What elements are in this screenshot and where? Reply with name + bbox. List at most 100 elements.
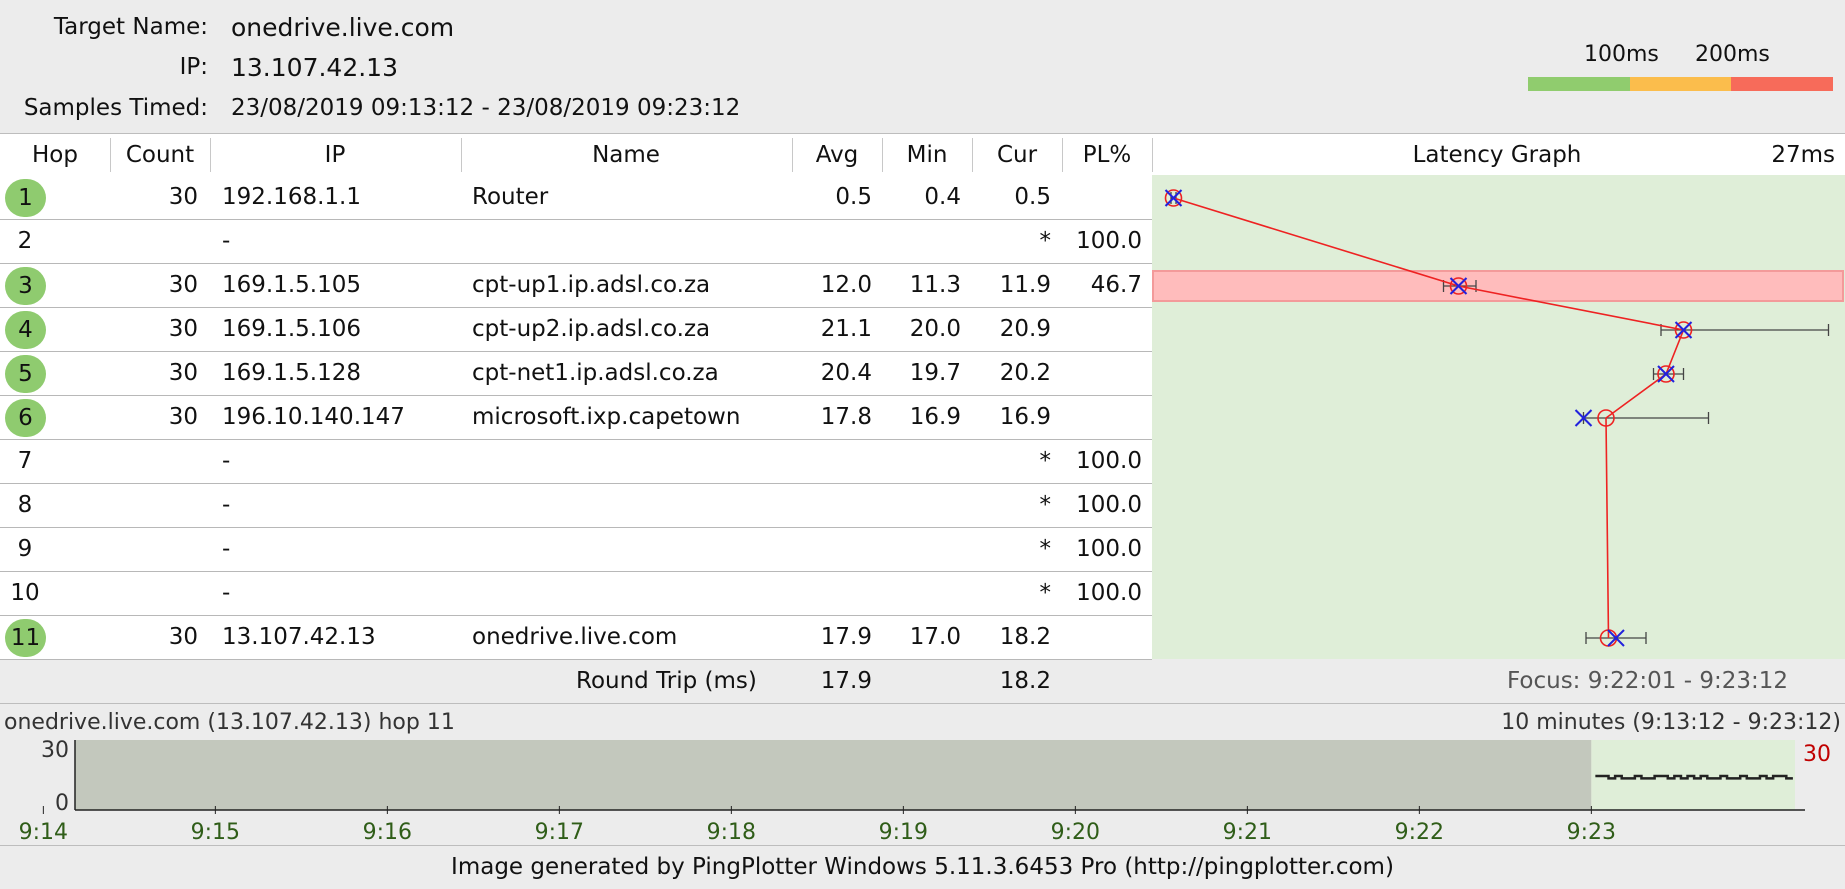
name-cell: cpt-up1.ip.adsl.co.za: [472, 272, 711, 298]
hop-number: 4: [5, 311, 46, 349]
table-header-row: Hop Count IP Name Avg Min Cur PL% Latenc…: [0, 133, 1845, 177]
timeline-tick-label: 9:14: [19, 820, 68, 844]
packet-loss-cell: 46.7: [1090, 272, 1142, 298]
count-cell: [110, 528, 198, 571]
timeline-tick-label: 9:20: [1051, 820, 1100, 844]
avg-cell: [795, 528, 872, 571]
timeline-ymax-right-label: 30: [1803, 742, 1831, 767]
packet-loss-cell: 100.0: [1076, 580, 1142, 606]
table-row[interactable]: 9 - * 100.0: [0, 528, 1152, 572]
scale-200ms-label: 200ms: [1695, 42, 1770, 67]
hop-number: 1: [5, 179, 46, 217]
round-trip-cur: 18.2: [999, 668, 1051, 694]
cur-cell: *: [1039, 536, 1052, 562]
timeline-title: onedrive.live.com (13.107.42.13) hop 11: [4, 710, 455, 735]
target-name-value: onedrive.live.com: [231, 13, 455, 42]
timeline-chart[interactable]: 3003039:149:159:169:179:189:199:209:219:…: [0, 736, 1845, 844]
cur-cell: 20.2: [999, 360, 1051, 386]
min-cell: 0.4: [924, 184, 961, 210]
scale-100ms-label: 100ms: [1584, 42, 1659, 67]
round-trip-row: Round Trip (ms) 17.9 18.2 Focus: 9:22:01…: [0, 659, 1845, 703]
min-cell: [880, 220, 961, 263]
round-trip-avg: 17.9: [820, 668, 872, 694]
ip-cell: -: [222, 448, 231, 474]
avg-cell: 0.5: [835, 184, 872, 210]
min-cell: 20.0: [909, 316, 961, 342]
col-count-header[interactable]: Count: [110, 134, 210, 176]
avg-latency-line: [1173, 197, 1685, 639]
col-hop-header[interactable]: Hop: [0, 134, 110, 176]
hop-number: 8: [17, 492, 33, 518]
timeline-range: 10 minutes (9:13:12 - 9:23:12): [1501, 710, 1841, 735]
round-trip-label: Round Trip (ms): [576, 668, 757, 694]
packet-loss-band: [1152, 270, 1844, 302]
cur-cell: *: [1039, 580, 1052, 606]
packet-loss-cell: [1062, 396, 1142, 439]
timeline-tick-label: 9:17: [535, 820, 584, 844]
packet-loss-cell: 100.0: [1076, 492, 1142, 518]
count-cell: 30: [168, 316, 198, 342]
table-row[interactable]: 5 30 169.1.5.128 cpt-net1.ip.adsl.co.za 20.4…: [0, 352, 1152, 396]
focus-range: Focus: 9:22:01 - 9:23:12: [1507, 668, 1788, 694]
table-row[interactable]: 1 30 192.168.1.1 Router 0.5 0.4 0.5: [0, 176, 1152, 220]
latency-graph: [1152, 189, 1844, 647]
name-cell: onedrive.live.com: [472, 624, 678, 650]
timeline-history-area: [75, 740, 1592, 810]
graph-scale-max: 27ms: [1771, 142, 1835, 168]
col-min-header[interactable]: Min: [882, 134, 972, 176]
col-latency-graph-header[interactable]: Latency Graph: [1152, 134, 1842, 176]
min-cell: [880, 528, 961, 571]
col-cur-header[interactable]: Cur: [972, 134, 1062, 176]
min-cell: [880, 572, 961, 615]
table-row[interactable]: 8 - * 100.0: [0, 484, 1152, 528]
col-name-header[interactable]: Name: [461, 134, 791, 176]
col-avg-header[interactable]: Avg: [792, 134, 882, 176]
avg-cell: 17.8: [820, 404, 872, 430]
count-cell: 30: [168, 624, 198, 650]
table-row[interactable]: 2 - * 100.0: [0, 220, 1152, 264]
count-cell: 30: [168, 360, 198, 386]
ip-cell: -: [222, 228, 231, 254]
count-cell: 30: [168, 184, 198, 210]
hop-number: 11: [5, 619, 46, 657]
table-row[interactable]: 3 30 169.1.5.105 cpt-up1.ip.adsl.co.za 12.0 1…: [0, 264, 1152, 308]
timeline-tick-label: 9:22: [1395, 820, 1444, 844]
ip-cell: -: [222, 536, 231, 562]
ip-cell: 169.1.5.128: [222, 360, 361, 386]
cur-cell: 16.9: [999, 404, 1051, 430]
ip-cell: 196.10.140.147: [222, 404, 405, 430]
table-row[interactable]: 11 30 13.107.42.13 onedrive.live.com 17.9 17.…: [0, 616, 1152, 660]
cur-cell: 20.9: [999, 316, 1051, 342]
avg-cell: 21.1: [820, 316, 872, 342]
ip-label: IP:: [179, 54, 208, 80]
ip-cell: 13.107.42.13: [222, 624, 376, 650]
scale-bar-yellow: [1630, 77, 1731, 91]
table-row[interactable]: 4 30 169.1.5.106 cpt-up2.ip.adsl.co.za 21.1 2…: [0, 308, 1152, 352]
timeline-tick-label: 9:18: [707, 820, 756, 844]
name-cell: Router: [472, 184, 549, 210]
packet-loss-cell: [1062, 308, 1142, 351]
timeline-ymin-label: 0: [55, 791, 69, 816]
hop-number: 6: [5, 399, 46, 437]
name-cell: cpt-net1.ip.adsl.co.za: [472, 360, 719, 386]
col-pl-header[interactable]: PL%: [1062, 134, 1152, 176]
timeline-tick-label: 9:15: [191, 820, 240, 844]
table-row[interactable]: 7 - * 100.0: [0, 440, 1152, 484]
avg-cell: 12.0: [820, 272, 872, 298]
name-cell: cpt-up2.ip.adsl.co.za: [472, 316, 711, 342]
packet-loss-cell: [1062, 176, 1142, 219]
avg-cell: 20.4: [820, 360, 872, 386]
min-cell: 11.3: [909, 272, 961, 298]
cur-cell: 0.5: [1014, 184, 1051, 210]
ip-cell: 192.168.1.1: [222, 184, 361, 210]
trace-table: Hop Count IP Name Avg Min Cur PL% Latenc…: [0, 133, 1845, 704]
count-cell: 30: [168, 272, 198, 298]
table-row[interactable]: 6 30 196.10.140.147 microsoft.ixp.capetown 1…: [0, 396, 1152, 440]
cur-cell: *: [1039, 228, 1052, 254]
table-row[interactable]: 10 - * 100.0: [0, 572, 1152, 616]
min-cell: 16.9: [909, 404, 961, 430]
col-ip-header[interactable]: IP: [210, 134, 460, 176]
samples-timed-value: 23/08/2019 09:13:12 - 23/08/2019 09:23:1…: [231, 95, 741, 121]
cur-cell: 18.2: [999, 624, 1051, 650]
timeline-tick-label: 9:19: [879, 820, 928, 844]
